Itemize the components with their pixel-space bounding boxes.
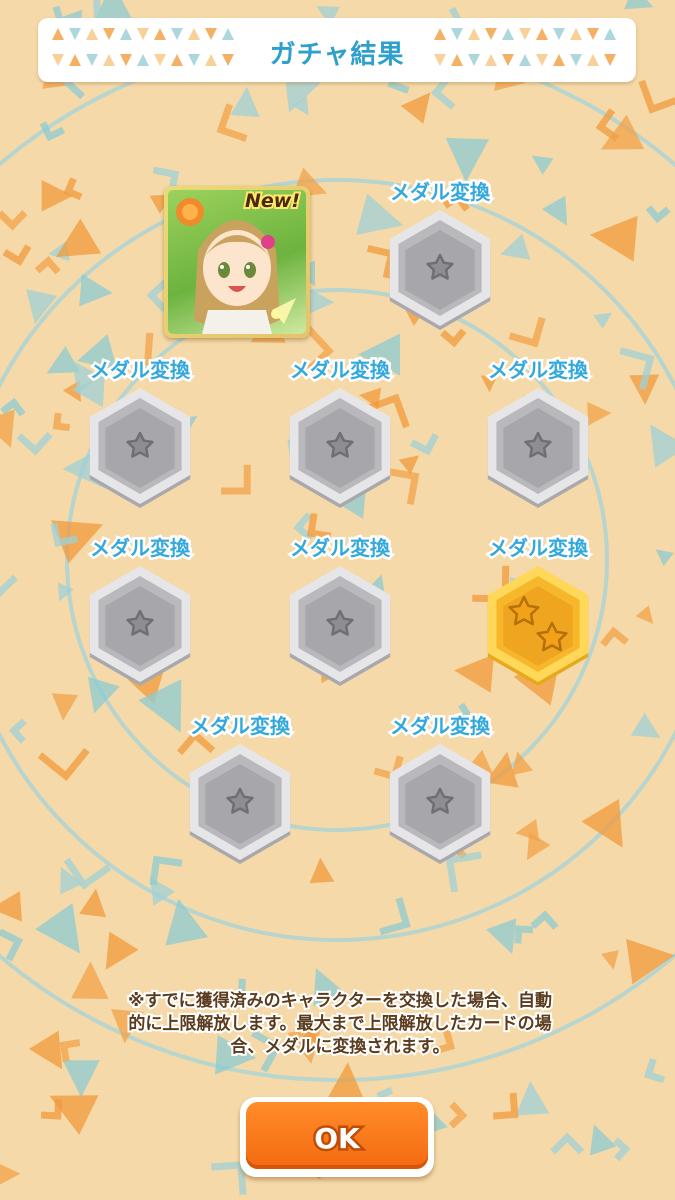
medal-convert-label: メダル変換 bbox=[288, 356, 393, 385]
ok-button[interactable]: OK bbox=[240, 1097, 434, 1177]
medal-convert-label: メダル変換 bbox=[388, 712, 493, 741]
new-badge: New! bbox=[243, 190, 302, 214]
notice-line: 的に上限解放します。最大まで上限解放したカードの場 bbox=[126, 1012, 553, 1036]
medal-slot[interactable]: メダル変換 bbox=[270, 354, 410, 508]
character-card[interactable]: New! bbox=[164, 186, 310, 338]
medal-slot[interactable]: メダル変換 bbox=[70, 354, 210, 508]
silver-medal-icon bbox=[389, 744, 491, 864]
silver-medal-icon bbox=[89, 388, 191, 508]
medal-slot[interactable]: メダル変換 bbox=[370, 710, 510, 864]
silver-medal-icon bbox=[289, 566, 391, 686]
silver-medal-icon bbox=[389, 210, 491, 330]
ok-button-face: OK bbox=[246, 1102, 428, 1169]
medal-convert-label: メダル変換 bbox=[486, 534, 591, 563]
silver-medal-icon bbox=[487, 388, 589, 508]
character-portrait: New! bbox=[168, 190, 306, 334]
medal-slot[interactable]: メダル変換 bbox=[270, 532, 410, 686]
notice-text: ※すでに獲得済みのキャラクターを交換した場合、自動 的に上限解放します。最大まで… bbox=[30, 989, 650, 1059]
silver-medal-icon bbox=[189, 744, 291, 864]
page-title: ガチャ結果 bbox=[269, 40, 405, 70]
medal-slot[interactable]: メダル変換 bbox=[370, 176, 510, 330]
title-bar: ガチャ結果 bbox=[38, 18, 636, 82]
medal-convert-label: メダル変換 bbox=[88, 356, 193, 385]
medal-convert-label: メダル変換 bbox=[88, 534, 193, 563]
notice-line: 合、メダルに変換されます。 bbox=[228, 1035, 451, 1059]
medal-slot[interactable]: メダル変換 bbox=[468, 532, 608, 686]
medal-convert-label: メダル変換 bbox=[288, 534, 393, 563]
ok-button-label: OK bbox=[312, 1120, 363, 1158]
gold-medal-icon bbox=[487, 566, 589, 686]
silver-medal-icon bbox=[89, 566, 191, 686]
medal-slot[interactable]: メダル変換 bbox=[170, 710, 310, 864]
notice-line: ※すでに獲得済みのキャラクターを交換した場合、自動 bbox=[126, 989, 554, 1013]
medal-convert-label: メダル変換 bbox=[486, 356, 591, 385]
medal-convert-label: メダル変換 bbox=[188, 712, 293, 741]
medal-convert-label: メダル変換 bbox=[388, 178, 493, 207]
medal-slot[interactable]: メダル変換 bbox=[70, 532, 210, 686]
medal-slot[interactable]: メダル変換 bbox=[468, 354, 608, 508]
silver-medal-icon bbox=[289, 388, 391, 508]
